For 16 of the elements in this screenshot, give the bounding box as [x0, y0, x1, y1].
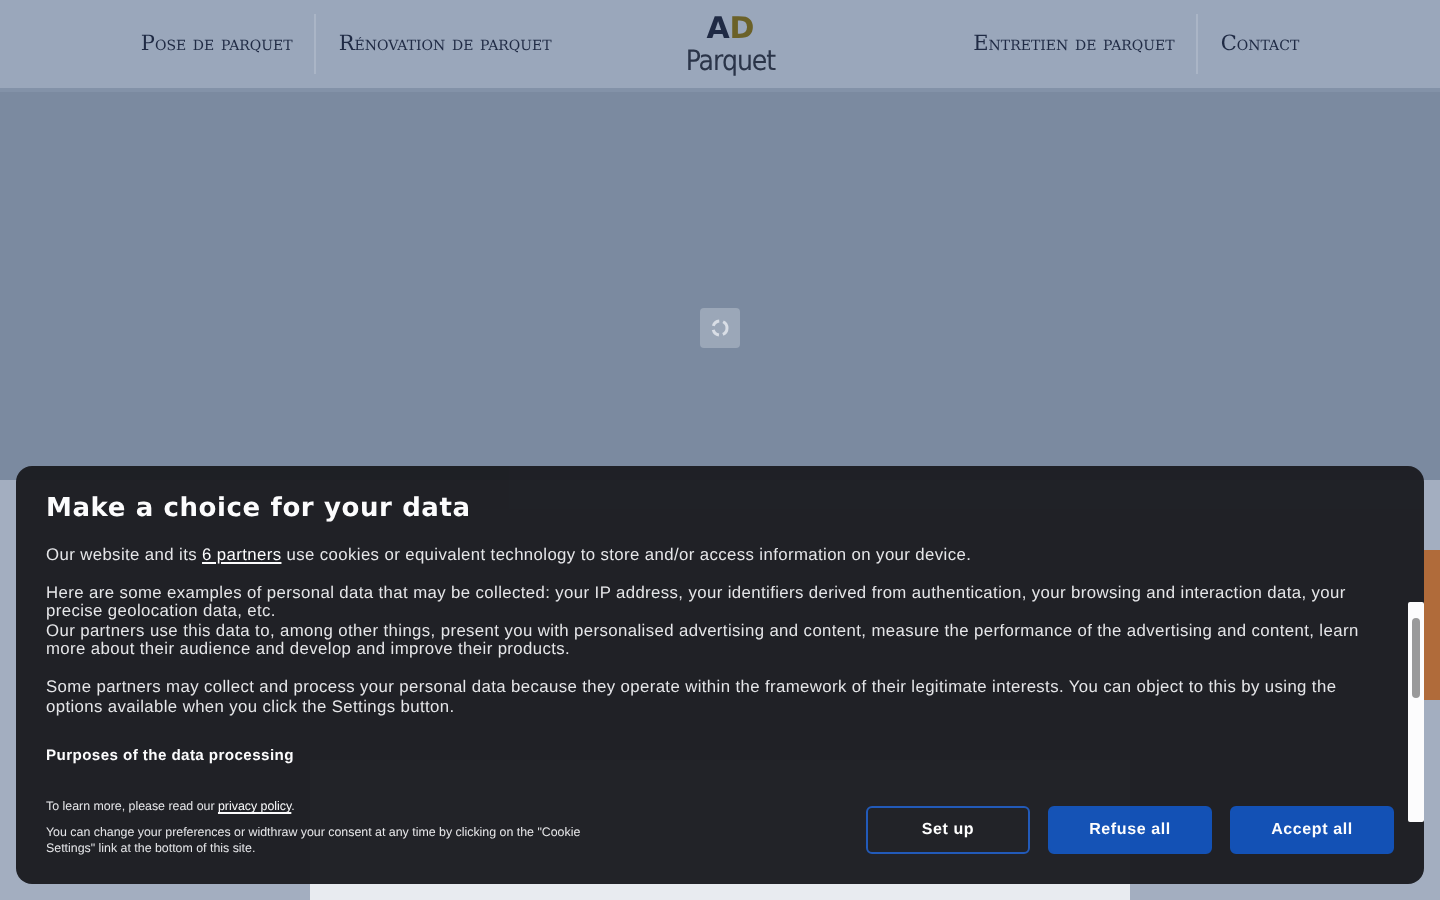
scrollbar[interactable]	[1408, 602, 1424, 822]
link[interactable]: 6 partners	[202, 546, 282, 564]
dialog-title: Make a choice for your data	[46, 494, 473, 524]
logo[interactable]: AD Parquet	[685, 10, 776, 78]
nav-link[interactable]: Entretien de parquet	[951, 24, 1197, 64]
dialog-button[interactable]: Refuse all	[1048, 805, 1212, 853]
paragraph: Here are some examples of personal data that may be collected: your IP address, your identifiers derived from authentication, your browsing and interaction data, your precise geolocation data, etc.	[46, 583, 1348, 622]
paragraph: Some partners may collect and process your personal data because they operate within the framework of their legitimate interests. You can object to this by using the options available when you click the Settings button.	[46, 677, 1339, 717]
dialog-button[interactable]: Accept all	[1230, 805, 1394, 853]
nav-link[interactable]: Pose de parquet	[118, 24, 315, 64]
nav-link[interactable]: Contact	[1198, 24, 1322, 64]
nav-link[interactable]: Rénovation de parquet	[316, 24, 574, 64]
paragraph: Our partners use this data to, among other things, present you with personalised advertising and content, measure the performance of the advertising and content, learn more about their audience and develop and improve their products.	[46, 621, 1361, 660]
loading-spinner-icon	[700, 308, 740, 348]
intro-text: Our website and its 6 partners use cookies or equivalent technology to store and/or access information on your device.	[46, 546, 974, 566]
dialog-button[interactable]: Set up	[866, 805, 1030, 853]
